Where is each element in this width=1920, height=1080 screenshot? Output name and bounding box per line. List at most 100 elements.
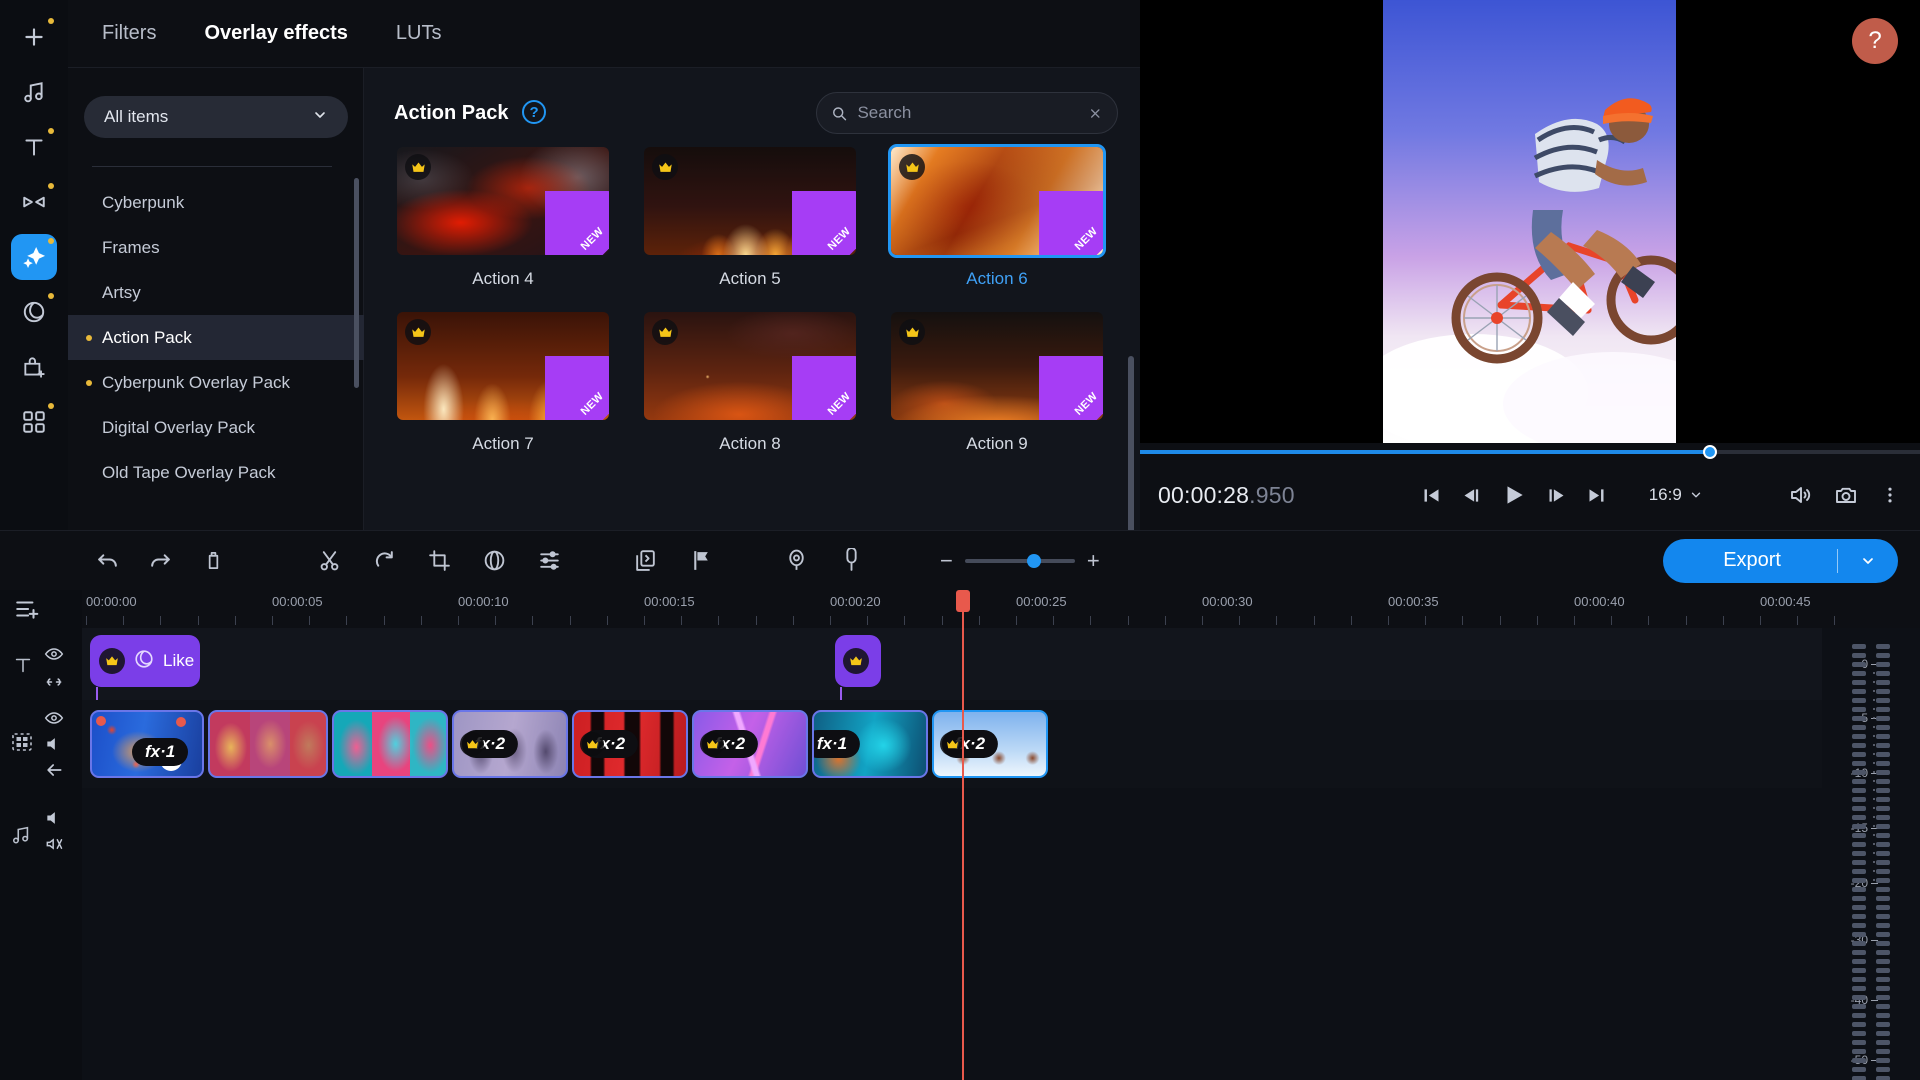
player-seekbar[interactable] — [1140, 445, 1920, 459]
export-button[interactable]: Export — [1663, 539, 1837, 583]
step-back-icon[interactable] — [1461, 485, 1482, 506]
help-button[interactable]: ? — [1852, 18, 1898, 64]
step-forward-icon[interactable] — [1546, 485, 1567, 506]
category-item-cyberpunk[interactable]: Cyberpunk — [68, 180, 364, 225]
color-adjust-button[interactable] — [477, 544, 511, 578]
snapshot-camera-icon[interactable] — [1834, 483, 1858, 507]
effects-scrollbar[interactable] — [1128, 356, 1134, 556]
rail-item-stickers[interactable] — [11, 344, 57, 390]
video-editor-window: Filters Overlay effects LUTs All items C… — [0, 0, 1920, 1080]
video-clip[interactable]: fx·2 — [572, 710, 688, 778]
montage-wizard-button[interactable] — [628, 544, 662, 578]
category-item-action-pack[interactable]: Action Pack — [68, 315, 364, 360]
zoom-slider-handle[interactable] — [1026, 553, 1041, 568]
category-item-frames[interactable]: Frames — [68, 225, 364, 270]
video-track-visibility-toggle[interactable] — [44, 708, 64, 728]
skip-start-icon[interactable] — [1421, 485, 1442, 506]
video-clip[interactable]: fx·2 — [452, 710, 568, 778]
effect-thumbnail[interactable]: NEW — [394, 144, 612, 258]
search-input[interactable] — [857, 103, 1079, 123]
effect-cell-action-5[interactable]: NEW Action 5 — [641, 144, 859, 289]
timecode-main: 00:00:28 — [1158, 481, 1250, 508]
skip-end-icon[interactable] — [1586, 485, 1607, 506]
video-track-collapse-toggle[interactable] — [44, 760, 64, 780]
redo-button[interactable] — [143, 544, 177, 578]
video-track-lane[interactable]: fx·1 fx·2 fx·2 fx·2 fx·1 fx·2 — [82, 700, 1822, 788]
video-clip[interactable] — [208, 710, 328, 778]
effect-cell-action-9[interactable]: NEW Action 9 — [888, 309, 1106, 454]
video-clip[interactable]: fx·1 — [90, 710, 204, 778]
record-webcam-button[interactable] — [779, 544, 813, 578]
category-item-digital-overlay-pack[interactable]: Digital Overlay Pack — [68, 405, 364, 450]
effect-thumbnail[interactable]: NEW — [641, 144, 859, 258]
rail-item-import-media[interactable] — [11, 14, 57, 60]
effect-label: Action 8 — [719, 434, 781, 453]
rail-item-audio[interactable] — [11, 69, 57, 115]
video-clip[interactable]: fx·2 — [692, 710, 808, 778]
cut-button[interactable] — [312, 544, 346, 578]
meter-segment — [1852, 833, 1866, 838]
audio-track-volume-toggle[interactable] — [44, 808, 64, 828]
rail-item-transitions[interactable] — [11, 179, 57, 225]
meter-minor-tick — [1873, 771, 1875, 773]
meter-segment — [1876, 887, 1890, 892]
title-track-link-toggle[interactable] — [44, 672, 64, 692]
category-item-artsy[interactable]: Artsy — [68, 270, 364, 315]
properties-button[interactable] — [532, 544, 566, 578]
add-track-button[interactable] — [14, 596, 40, 627]
rail-item-more-tools[interactable] — [11, 399, 57, 445]
close-icon[interactable] — [1088, 106, 1103, 121]
delete-button[interactable] — [196, 544, 230, 578]
category-item-old-tape-overlay-pack[interactable]: Old Tape Overlay Pack — [68, 450, 364, 495]
category-scrollbar[interactable] — [354, 178, 359, 388]
meter-minor-tick — [1873, 834, 1875, 836]
zoom-out-button[interactable]: − — [940, 549, 953, 572]
record-voice-button[interactable] — [834, 544, 868, 578]
effect-thumbnail[interactable]: NEW — [888, 144, 1106, 258]
effect-cell-action-6[interactable]: NEW Action 6 — [888, 144, 1106, 289]
zoom-in-button[interactable]: + — [1087, 549, 1100, 572]
effect-thumbnail[interactable]: NEW — [394, 309, 612, 423]
volume-icon[interactable] — [1788, 483, 1812, 507]
play-icon[interactable] — [1501, 482, 1527, 508]
rail-item-effects[interactable] — [11, 234, 57, 280]
effect-thumbnail[interactable]: NEW — [641, 309, 859, 423]
effect-cell-action-8[interactable]: NEW Action 8 — [641, 309, 859, 454]
rail-item-filters[interactable] — [11, 289, 57, 335]
effect-thumbnail[interactable]: NEW — [888, 309, 1106, 423]
help-circle-icon[interactable]: ? — [522, 100, 547, 124]
undo-button[interactable] — [90, 544, 124, 578]
video-clip[interactable] — [332, 710, 448, 778]
tab-overlay-effects[interactable]: Overlay effects — [196, 16, 355, 51]
title-clip[interactable] — [835, 635, 881, 687]
items-filter-dropdown[interactable]: All items — [84, 96, 348, 138]
effect-label: Action 4 — [472, 269, 534, 288]
title-track-lane[interactable]: Like — [82, 628, 1822, 713]
category-item-cyberpunk-overlay-pack[interactable]: Cyberpunk Overlay Pack — [68, 360, 364, 405]
export-options-button[interactable] — [1838, 553, 1898, 569]
crop-button[interactable] — [422, 544, 456, 578]
effect-cell-action-4[interactable]: NEW Action 4 — [394, 144, 612, 289]
seekbar-handle[interactable] — [1703, 445, 1717, 459]
marker-button[interactable] — [683, 544, 717, 578]
title-track-visibility-toggle[interactable] — [44, 644, 64, 664]
tab-luts[interactable]: LUTs — [388, 16, 450, 51]
title-clip[interactable]: Like — [90, 635, 200, 687]
more-vertical-icon[interactable] — [1880, 485, 1900, 505]
audio-track-mute-toggle[interactable] — [44, 834, 64, 854]
video-clip[interactable]: fx·1 — [812, 710, 928, 778]
rail-item-titles[interactable] — [11, 124, 57, 170]
premium-crown-icon — [405, 154, 431, 180]
aspect-ratio-selector[interactable]: 16:9 — [1649, 485, 1703, 505]
rotate-button[interactable] — [367, 544, 401, 578]
video-clip[interactable]: fx·2 — [932, 710, 1048, 778]
ruler-tick — [644, 616, 645, 625]
zoom-slider-track[interactable] — [964, 553, 1075, 568]
video-track-audio-toggle[interactable] — [44, 734, 64, 754]
effects-search-box[interactable] — [816, 92, 1118, 134]
effect-cell-action-7[interactable]: NEW Action 7 — [394, 309, 612, 454]
empty-track-area[interactable] — [82, 788, 1822, 1080]
timeline-ruler[interactable]: 00:00:00 00:00:05 00:00:10 00:00:15 00:0… — [82, 590, 1836, 628]
tab-filters[interactable]: Filters — [94, 16, 164, 51]
timeline-body[interactable]: Like fx·1 fx·2 fx·2 fx·2 fx·1 fx·2 — [82, 628, 1822, 1080]
